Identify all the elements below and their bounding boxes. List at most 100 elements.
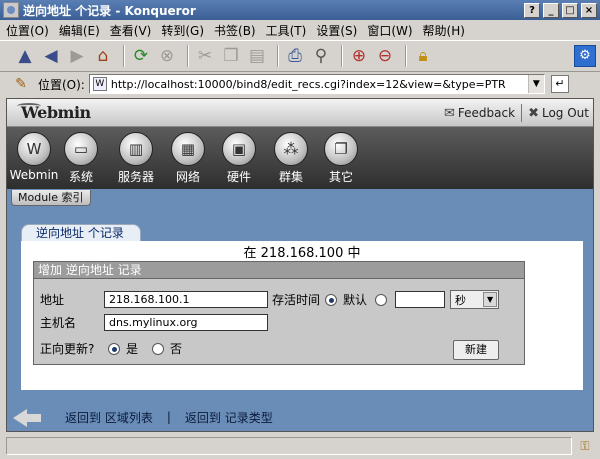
menu-tools[interactable]: 工具(T) (266, 22, 307, 39)
category-cluster[interactable]: ⁂ 群集 (264, 132, 318, 185)
url-text[interactable]: http://localhost:10000/bind8/edit_recs.c… (111, 78, 528, 91)
main-toolbar: ▲ ◀ ▶ ⌂ ⟳ ⊗ ✂ ❐ ▤ ⎙ ⚲ ⊕ ⊖ 🔒︎ ⚙ (0, 40, 600, 72)
status-bar: ⚿ (0, 433, 600, 459)
go-icon[interactable]: ↵ (550, 75, 569, 93)
category-label: 网络 (175, 170, 200, 184)
ttl-label: 存活时间 (272, 293, 321, 307)
logout-link[interactable]: ✖ Log Out (528, 106, 589, 121)
form-title: 增加 逆向地址 记录 (34, 262, 524, 279)
category-label: 其它 (328, 170, 353, 184)
back-to-zone-list-link[interactable]: 返回到 区域列表 (65, 409, 153, 426)
category-label: 系统 (68, 170, 93, 184)
address-row: 地址 218.168.100.1 存活时间 默认 秒 ▼ (40, 290, 500, 309)
url-input[interactable]: W http://localhost:10000/bind8/edit_recs… (88, 74, 545, 94)
back-icon[interactable]: ◀ (40, 45, 62, 67)
page-content: Webmin ✉ Feedback ✖ Log Out W Webmin ▭ 系… (6, 98, 594, 432)
back-to-record-types-link[interactable]: 返回到 记录类型 (185, 409, 273, 426)
copy-icon[interactable]: ❐ (220, 45, 242, 67)
print-icon[interactable]: ⎙ (284, 45, 306, 67)
update-forward-yes-radio[interactable] (108, 342, 120, 355)
ttl-field[interactable] (395, 291, 446, 308)
servers-icon: ▥ (119, 132, 153, 166)
others-icon: ❐ (324, 132, 358, 166)
cut-icon[interactable]: ✂ (194, 45, 216, 67)
no-label: 否 (170, 342, 183, 356)
home-icon[interactable]: ⌂ (92, 45, 114, 67)
system-icon: ▭ (64, 132, 98, 166)
category-network[interactable]: ▦ 网络 (161, 132, 215, 185)
hostname-field[interactable]: dns.mylinux.org (104, 314, 268, 331)
ttl-custom-radio[interactable] (375, 293, 388, 306)
menu-bar: 位置(O) 编辑(E) 查看(V) 转到(G) 书签(B) 工具(T) 设置(S… (0, 20, 600, 40)
yes-label: 是 (126, 342, 139, 356)
update-forward-no-radio[interactable] (152, 342, 165, 355)
category-bar: W Webmin ▭ 系统 ▥ 服务器 ▦ 网络 ▣ 硬件 ⁂ 群集 ❐ 其它 (7, 127, 593, 189)
reload-icon[interactable]: ⟳ (130, 45, 152, 67)
add-record-form: 增加 逆向地址 记录 地址 218.168.100.1 存活时间 默认 秒 ▼ … (33, 261, 525, 365)
security-lock-icon[interactable]: ⚿ (576, 437, 594, 455)
chevron-down-icon: ▼ (483, 292, 498, 307)
logout-label: Log Out (541, 106, 589, 120)
category-system[interactable]: ▭ 系统 (54, 132, 108, 185)
feedback-label: Feedback (457, 106, 516, 120)
ttl-default-radio[interactable] (325, 293, 338, 306)
header-divider (521, 104, 523, 122)
logout-icon: ✖ (528, 105, 539, 121)
minimize-button[interactable]: _ (543, 2, 559, 18)
feedback-link[interactable]: ✉ Feedback (444, 106, 515, 121)
ttl-default-label: 默认 (343, 293, 368, 307)
ttl-unit-select[interactable]: 秒 ▼ (450, 290, 500, 309)
settings-icon[interactable]: ⚙ (574, 45, 596, 67)
create-button[interactable]: 新建 (453, 340, 499, 360)
up-icon[interactable]: ▲ (14, 45, 36, 67)
category-others[interactable]: ❐ 其它 (314, 132, 368, 185)
menu-go[interactable]: 转到(G) (161, 22, 204, 39)
close-button[interactable]: × (581, 2, 597, 18)
zoom-out-icon[interactable]: ⊖ (374, 45, 396, 67)
category-label: 硬件 (226, 170, 251, 184)
menu-help[interactable]: 帮助(H) (423, 22, 465, 39)
forward-icon[interactable]: ▶ (66, 45, 88, 67)
zoom-in-icon[interactable]: ⊕ (348, 45, 370, 67)
paste-icon[interactable]: ▤ (246, 45, 268, 67)
category-label: Webmin (9, 168, 59, 182)
category-webmin[interactable]: W Webmin (7, 132, 61, 182)
category-servers[interactable]: ▥ 服务器 (109, 132, 163, 185)
menu-bookmarks[interactable]: 书签(B) (214, 22, 256, 39)
find-icon[interactable]: ⚲ (310, 45, 332, 67)
back-arrow-icon[interactable] (13, 407, 43, 427)
page-favicon-icon: W (92, 77, 107, 91)
toolbar-separator (123, 45, 125, 67)
hostname-row: 主机名 dns.mylinux.org (40, 314, 268, 331)
menu-location[interactable]: 位置(O) (6, 22, 49, 39)
konqueror-app-icon[interactable] (3, 2, 19, 18)
window-titlebar: 逆向地址 个记录 - Konqueror ? _ □ × (0, 0, 600, 20)
stop-icon[interactable]: ⊗ (156, 45, 178, 67)
menu-edit[interactable]: 编辑(E) (59, 22, 100, 39)
module-index-tab[interactable]: Module 索引 (11, 190, 91, 206)
webmin-logo: Webmin (17, 103, 91, 122)
category-hardware[interactable]: ▣ 硬件 (212, 132, 266, 185)
toolbar-separator (277, 45, 279, 67)
status-text (6, 437, 572, 455)
ttl-unit-value: 秒 (455, 293, 467, 307)
url-history-dropdown[interactable]: ▼ (527, 75, 544, 93)
update-forward-row: 正向更新? 是 否 (40, 340, 182, 357)
address-field[interactable]: 218.168.100.1 (104, 291, 268, 308)
toolbar-separator (405, 45, 407, 67)
address-label: 地址 (40, 293, 65, 307)
hostname-label: 主机名 (40, 316, 77, 330)
help-window-button[interactable]: ? (524, 2, 540, 18)
menu-settings[interactable]: 设置(S) (316, 22, 357, 39)
category-label: 服务器 (117, 170, 154, 184)
envelope-icon: ✉ (444, 105, 455, 121)
webmin-icon: W (17, 132, 51, 166)
lock-icon[interactable]: 🔒︎ (412, 45, 434, 67)
menu-window[interactable]: 窗口(W) (367, 22, 412, 39)
webmin-header: Webmin ✉ Feedback ✖ Log Out (7, 99, 593, 127)
maximize-button[interactable]: □ (562, 2, 578, 18)
menu-view[interactable]: 查看(V) (110, 22, 152, 39)
category-label: 群集 (278, 170, 303, 184)
clear-location-icon[interactable]: ✎ (10, 76, 32, 92)
footer-nav: 返回到 区域列表 | 返回到 记录类型 (7, 404, 593, 430)
